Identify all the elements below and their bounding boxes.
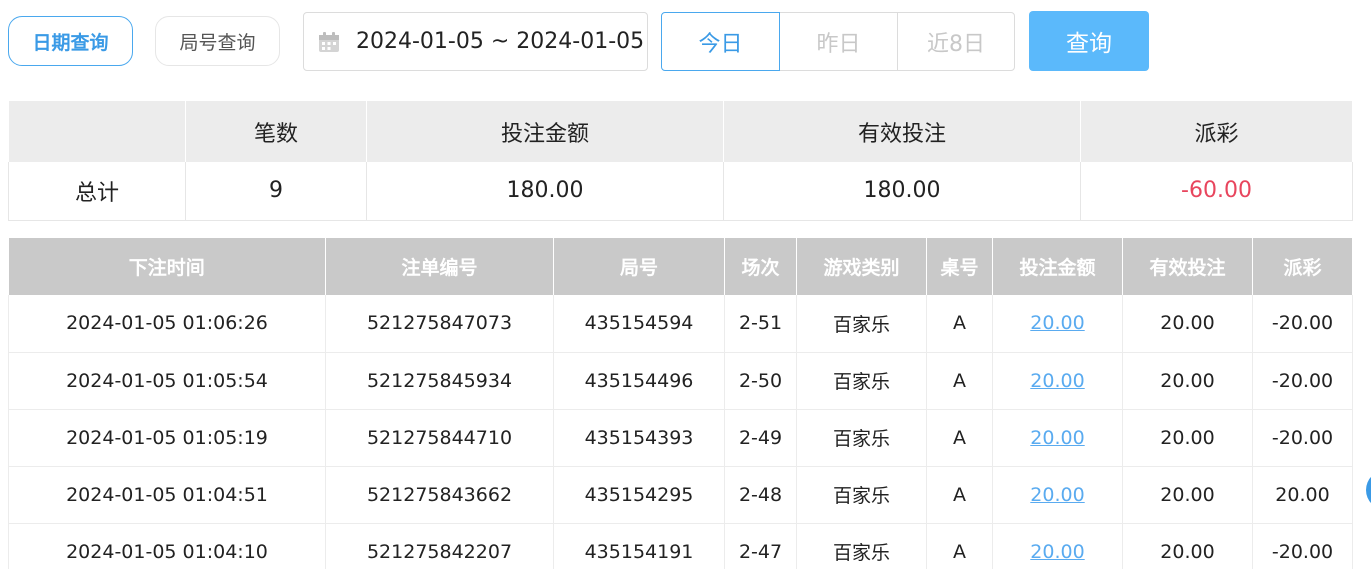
summary-payout: -60.00	[1080, 162, 1353, 221]
cell-round-no: 435154594	[553, 295, 725, 353]
table-row: 2024-01-05 01:04:10 521275842207 435154191…	[8, 523, 1353, 569]
last-8-days-button[interactable]: 近8日	[897, 12, 1015, 71]
summary-header-bet-amount: 投注金额	[366, 101, 724, 162]
date-range-value: 2024-01-05 ~ 2024-01-05	[356, 29, 645, 54]
header-order-no: 注单编号	[325, 238, 554, 295]
date-query-tab[interactable]: 日期查询	[8, 16, 133, 66]
cell-round-no: 435154393	[553, 409, 725, 467]
cell-valid-bet: 20.00	[1122, 523, 1253, 569]
cell-table-no: A	[926, 295, 993, 353]
cell-bet-amount: 20.00	[992, 295, 1123, 353]
cell-table-no: A	[926, 352, 993, 410]
cell-table-no: A	[926, 409, 993, 467]
bet-amount-link[interactable]: 20.00	[1030, 484, 1084, 506]
cell-bet-amount: 20.00	[992, 352, 1123, 410]
cell-bet-time: 2024-01-05 01:05:54	[8, 352, 326, 410]
cell-payout: -20.00	[1252, 295, 1353, 353]
date-range-picker[interactable]: 2024-01-05 ~ 2024-01-05	[303, 12, 648, 71]
cell-bet-time: 2024-01-05 01:04:10	[8, 523, 326, 569]
cell-valid-bet: 20.00	[1122, 295, 1253, 353]
cell-bet-time: 2024-01-05 01:05:19	[8, 409, 326, 467]
calendar-icon	[319, 32, 339, 52]
cell-game-type: 百家乐	[796, 295, 927, 353]
cell-game-type: 百家乐	[796, 523, 927, 569]
bet-detail-table: 下注时间 注单编号 局号 场次 游戏类别 桌号 投注金额 有效投注 派彩 202…	[8, 238, 1353, 569]
cell-order-no: 521275845934	[325, 352, 554, 410]
cell-order-no: 521275842207	[325, 523, 554, 569]
header-valid-bet: 有效投注	[1122, 238, 1253, 295]
cell-table-no: A	[926, 466, 993, 524]
summary-header-valid-bet: 有效投注	[723, 101, 1081, 162]
yesterday-button[interactable]: 昨日	[779, 12, 898, 71]
detail-rows: 2024-01-05 01:06:26 521275847073 435154594…	[8, 295, 1353, 569]
table-row: 2024-01-05 01:04:51 521275843662 435154295…	[8, 466, 1353, 524]
header-round-no: 局号	[553, 238, 725, 295]
cell-valid-bet: 20.00	[1122, 352, 1253, 410]
header-bet-amount: 投注金额	[992, 238, 1123, 295]
cell-payout: -20.00	[1252, 409, 1353, 467]
bet-amount-link[interactable]: 20.00	[1030, 370, 1084, 392]
cell-session: 2-47	[724, 523, 797, 569]
filter-toolbar: 日期查询 局号查询 2024-01-05 ~ 2024-01-05 今日 昨日 …	[0, 0, 1371, 90]
cell-bet-time: 2024-01-05 01:06:26	[8, 295, 326, 353]
cell-round-no: 435154295	[553, 466, 725, 524]
header-session: 场次	[724, 238, 797, 295]
cell-bet-amount: 20.00	[992, 466, 1123, 524]
summary-header-payout: 派彩	[1080, 101, 1353, 162]
table-row: 2024-01-05 01:06:26 521275847073 435154594…	[8, 295, 1353, 353]
cell-session: 2-51	[724, 295, 797, 353]
cell-bet-amount: 20.00	[992, 523, 1123, 569]
cell-session: 2-48	[724, 466, 797, 524]
summary-table: 笔数 投注金额 有效投注 派彩 总计 9 180.00 180.00 -60.0…	[8, 101, 1353, 221]
cell-bet-amount: 20.00	[992, 409, 1123, 467]
cell-game-type: 百家乐	[796, 352, 927, 410]
bet-amount-link[interactable]: 20.00	[1030, 312, 1084, 334]
header-payout: 派彩	[1252, 238, 1353, 295]
cell-table-no: A	[926, 523, 993, 569]
cell-payout: -20.00	[1252, 523, 1353, 569]
table-row: 2024-01-05 01:05:54 521275845934 435154496…	[8, 352, 1353, 410]
cell-bet-time: 2024-01-05 01:04:51	[8, 466, 326, 524]
today-button[interactable]: 今日	[661, 12, 780, 71]
cell-game-type: 百家乐	[796, 409, 927, 467]
cell-order-no: 521275847073	[325, 295, 554, 353]
detail-header-row: 下注时间 注单编号 局号 场次 游戏类别 桌号 投注金额 有效投注 派彩	[8, 238, 1353, 295]
header-table-no: 桌号	[926, 238, 993, 295]
cell-payout: -20.00	[1252, 352, 1353, 410]
cell-round-no: 435154191	[553, 523, 725, 569]
bet-amount-link[interactable]: 20.00	[1030, 541, 1084, 563]
cell-session: 2-50	[724, 352, 797, 410]
summary-bet-amount: 180.00	[366, 162, 724, 221]
cell-order-no: 521275844710	[325, 409, 554, 467]
summary-header-count: 笔数	[185, 101, 367, 162]
floating-action-button[interactable]	[1366, 470, 1371, 510]
bet-amount-link[interactable]: 20.00	[1030, 427, 1084, 449]
round-query-tab[interactable]: 局号查询	[155, 16, 280, 66]
cell-valid-bet: 20.00	[1122, 466, 1253, 524]
summary-header-label	[8, 101, 186, 162]
summary-total-row: 总计 9 180.00 180.00 -60.00	[8, 162, 1353, 221]
summary-total-label: 总计	[8, 162, 186, 221]
cell-round-no: 435154496	[553, 352, 725, 410]
cell-order-no: 521275843662	[325, 466, 554, 524]
query-button[interactable]: 查询	[1029, 11, 1149, 71]
header-game-type: 游戏类别	[796, 238, 927, 295]
table-row: 2024-01-05 01:05:19 521275844710 435154393…	[8, 409, 1353, 467]
summary-count: 9	[185, 162, 367, 221]
header-bet-time: 下注时间	[8, 238, 326, 295]
cell-game-type: 百家乐	[796, 466, 927, 524]
summary-valid-bet: 180.00	[723, 162, 1081, 221]
cell-valid-bet: 20.00	[1122, 409, 1253, 467]
cell-session: 2-49	[724, 409, 797, 467]
summary-header-row: 笔数 投注金额 有效投注 派彩	[8, 101, 1353, 162]
cell-payout: 20.00	[1252, 466, 1353, 524]
